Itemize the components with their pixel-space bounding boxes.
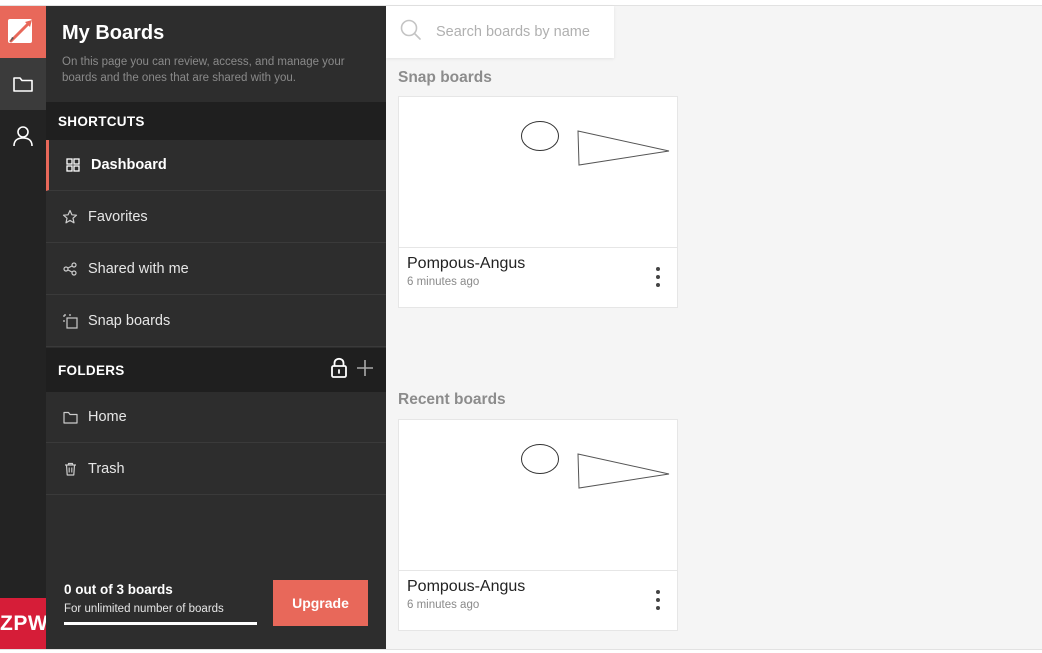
left-rail: ZPW: [0, 6, 52, 649]
sidebar-item-dashboard[interactable]: Dashboard: [46, 140, 386, 191]
sidebar: My Boards On this page you can review, a…: [46, 6, 386, 649]
plan-usage-bar: [64, 622, 257, 625]
plan-subtitle: For unlimited number of boards: [64, 603, 224, 615]
shortcuts-header: SHORTCUTS: [46, 102, 386, 140]
sidebar-item-home[interactable]: Home: [46, 392, 386, 443]
board-count: 0 out of 3 boards: [64, 582, 173, 597]
board-time: 6 minutes ago: [407, 599, 480, 611]
upgrade-button[interactable]: Upgrade: [273, 580, 368, 626]
search-box: [386, 6, 614, 58]
trash-icon: [62, 461, 78, 477]
search-icon: [400, 19, 422, 45]
sidebar-item-label: Snap boards: [88, 313, 171, 329]
sidebar-item-shared[interactable]: Shared with me: [46, 244, 386, 295]
recent-boards-heading: Recent boards: [398, 391, 506, 408]
board-thumbnail[interactable]: [399, 97, 677, 248]
lock-icon[interactable]: [330, 357, 348, 383]
sidebar-item-favorites[interactable]: Favorites: [46, 192, 386, 243]
search-input[interactable]: [434, 23, 604, 41]
board-thumbnail[interactable]: [399, 420, 677, 571]
sidebar-item-label: Favorites: [88, 209, 148, 225]
sidebar-item-label: Trash: [88, 461, 125, 477]
more-options-icon[interactable]: [653, 590, 663, 610]
page-title: My Boards: [62, 22, 165, 44]
shortcuts-label: SHORTCUTS: [58, 113, 145, 129]
board-name: Pompous-Angus: [407, 578, 526, 595]
grid-icon: [65, 157, 81, 173]
star-icon: [62, 209, 78, 225]
brand-badge: ZPW: [0, 598, 46, 649]
app-logo-button[interactable]: [0, 6, 52, 58]
snap-icon: [62, 313, 78, 329]
more-options-icon[interactable]: [653, 267, 663, 287]
board-card[interactable]: Pompous-Angus 6 minutes ago: [398, 96, 678, 308]
app-logo-icon: [8, 19, 32, 43]
board-card[interactable]: Pompous-Angus 6 minutes ago: [398, 419, 678, 631]
sidebar-item-label: Shared with me: [88, 261, 189, 277]
sidebar-item-label: Home: [88, 409, 127, 425]
rail-boards-button[interactable]: [0, 58, 46, 110]
folder-icon: [62, 409, 78, 425]
folder-icon: [13, 77, 33, 92]
folders-header: FOLDERS: [46, 348, 386, 392]
snap-boards-heading: Snap boards: [398, 69, 492, 86]
user-icon: [13, 126, 33, 147]
page-description: On this page you can review, access, and…: [62, 56, 345, 84]
folders-label: FOLDERS: [58, 362, 125, 378]
bottom-border: [0, 649, 1042, 653]
board-name: Pompous-Angus: [407, 255, 526, 272]
add-folder-icon[interactable]: [356, 359, 374, 381]
sidebar-item-label: Dashboard: [91, 157, 167, 173]
sidebar-item-snap-boards[interactable]: Snap boards: [46, 296, 386, 347]
board-time: 6 minutes ago: [407, 276, 480, 288]
sidebar-item-trash[interactable]: Trash: [46, 444, 386, 495]
plan-footer: 0 out of 3 boards For unlimited number o…: [46, 572, 386, 640]
share-icon: [62, 261, 78, 277]
rail-profile-button[interactable]: [0, 110, 46, 162]
